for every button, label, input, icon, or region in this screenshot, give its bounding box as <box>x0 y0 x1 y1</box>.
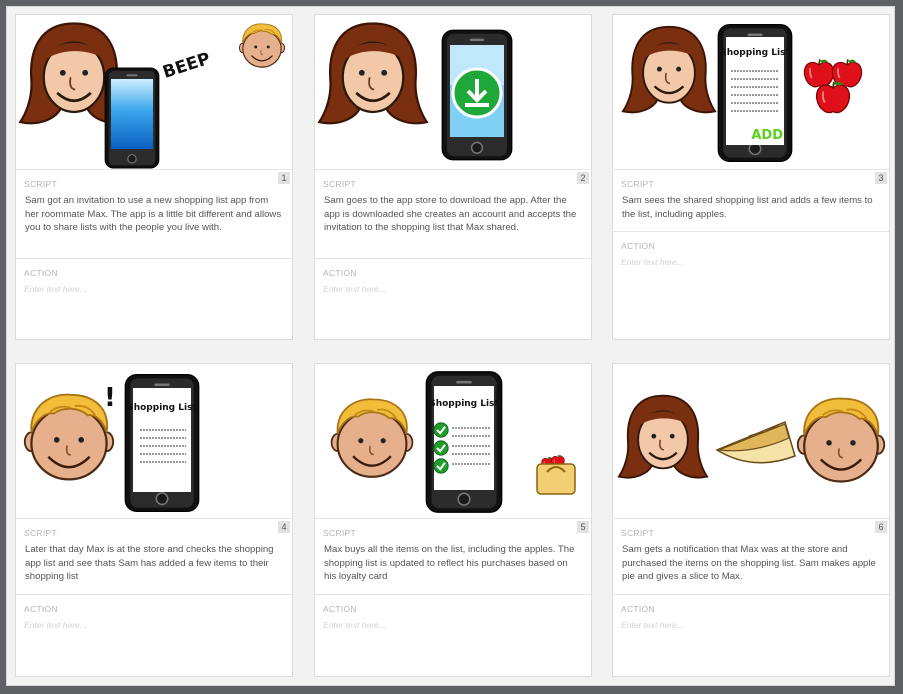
sam-face-icon <box>617 394 709 479</box>
max-face-icon <box>238 23 286 68</box>
storyboard-panel-1[interactable]: BEEP 1 SCRIPT Sam got an invitation to u… <box>15 14 293 340</box>
beep-sound-text: BEEP <box>160 49 212 83</box>
storyboard-panel-4[interactable]: ! Shopping List 4 SCRIPT Later that day … <box>15 363 293 677</box>
action-label: ACTION <box>621 241 655 251</box>
panel-6-action-section[interactable]: ACTION Enter text here... <box>613 594 889 676</box>
panel-number: 3 <box>875 172 887 184</box>
sam-face-icon <box>621 25 717 114</box>
add-button: ADD <box>751 128 783 143</box>
script-text[interactable]: Max buys all the items on the list, incl… <box>315 538 591 584</box>
check-icon <box>433 458 449 474</box>
panel-3-picture: Shopping List ADD <box>613 15 889 169</box>
action-input[interactable]: Enter text here... <box>16 614 292 630</box>
script-label: SCRIPT <box>323 528 356 538</box>
check-icon <box>433 440 449 456</box>
sam-face-icon <box>317 22 429 125</box>
panel-number: 6 <box>875 521 887 533</box>
screen-title: Shopping List <box>720 48 790 58</box>
panel-5-script-section: 5 SCRIPT Max buys all the items on the l… <box>315 518 591 594</box>
panel-number: 2 <box>577 172 589 184</box>
apple-icon <box>815 80 851 114</box>
storyboard-panel-5[interactable]: Shopping List 5 SCRIPT Max buys all the … <box>314 363 592 677</box>
panel-3-script-section: 3 SCRIPT Sam sees the shared shopping li… <box>613 169 889 231</box>
panel-3-action-section[interactable]: ACTION Enter text here... <box>613 231 889 339</box>
check-icon <box>433 422 449 438</box>
panel-6-picture <box>613 364 889 518</box>
script-text[interactable]: Sam sees the shared shopping list and ad… <box>613 189 889 221</box>
action-label: ACTION <box>323 268 357 278</box>
max-face-icon <box>330 398 414 479</box>
panel-4-action-section[interactable]: ACTION Enter text here... <box>16 594 292 676</box>
script-text[interactable]: Sam gets a notification that Max was at … <box>613 538 889 584</box>
panel-6-script-section: 6 SCRIPT Sam gets a notification that Ma… <box>613 518 889 594</box>
storyboard-panel-3[interactable]: Shopping List ADD 3 SCRIPT Sam sees the … <box>612 14 890 340</box>
apple-icon <box>803 58 835 88</box>
action-label: ACTION <box>323 604 357 614</box>
script-text[interactable]: Later that day Max is at the store and c… <box>16 538 292 584</box>
max-face-icon <box>796 397 886 483</box>
screen-title: Shopping List <box>429 399 499 409</box>
panel-2-script-section: 2 SCRIPT Sam goes to the app store to do… <box>315 169 591 258</box>
storyboard-sheet: BEEP 1 SCRIPT Sam got an invitation to u… <box>6 6 895 686</box>
action-label: ACTION <box>24 268 58 278</box>
panel-2-action-section[interactable]: ACTION Enter text here... <box>315 258 591 339</box>
max-face-icon <box>23 393 115 481</box>
exclamation-mark: ! <box>104 383 116 413</box>
panel-number: 4 <box>278 521 290 533</box>
screen-title: Shopping List <box>127 403 197 413</box>
storyboard-panel-6[interactable]: 6 SCRIPT Sam gets a notification that Ma… <box>612 363 890 677</box>
action-input[interactable]: Enter text here... <box>613 251 889 267</box>
panel-4-script-section: 4 SCRIPT Later that day Max is at the st… <box>16 518 292 594</box>
action-input[interactable]: Enter text here... <box>16 278 292 294</box>
panel-1-picture: BEEP <box>16 15 292 169</box>
panel-2-picture <box>315 15 591 169</box>
script-label: SCRIPT <box>621 528 654 538</box>
action-label: ACTION <box>24 604 58 614</box>
script-label: SCRIPT <box>24 179 57 189</box>
script-text[interactable]: Sam goes to the app store to download th… <box>315 189 591 235</box>
panel-5-action-section[interactable]: ACTION Enter text here... <box>315 594 591 676</box>
panel-1-action-section[interactable]: ACTION Enter text here... <box>16 258 292 339</box>
panel-number: 5 <box>577 521 589 533</box>
grocery-bag-icon <box>536 454 576 495</box>
apple-pie-icon <box>715 420 796 464</box>
panel-5-picture: Shopping List <box>315 364 591 518</box>
panel-number: 1 <box>278 172 290 184</box>
action-label: ACTION <box>621 604 655 614</box>
script-label: SCRIPT <box>323 179 356 189</box>
script-label: SCRIPT <box>24 528 57 538</box>
script-text[interactable]: Sam got an invitation to use a new shopp… <box>16 189 292 235</box>
script-label: SCRIPT <box>621 179 654 189</box>
action-input[interactable]: Enter text here... <box>315 278 591 294</box>
panel-1-script-section: 1 SCRIPT Sam got an invitation to use a … <box>16 169 292 258</box>
action-input[interactable]: Enter text here... <box>613 614 889 630</box>
storyboard-panel-2[interactable]: 2 SCRIPT Sam goes to the app store to do… <box>314 14 592 340</box>
action-input[interactable]: Enter text here... <box>315 614 591 630</box>
panel-4-picture: ! Shopping List <box>16 364 292 518</box>
